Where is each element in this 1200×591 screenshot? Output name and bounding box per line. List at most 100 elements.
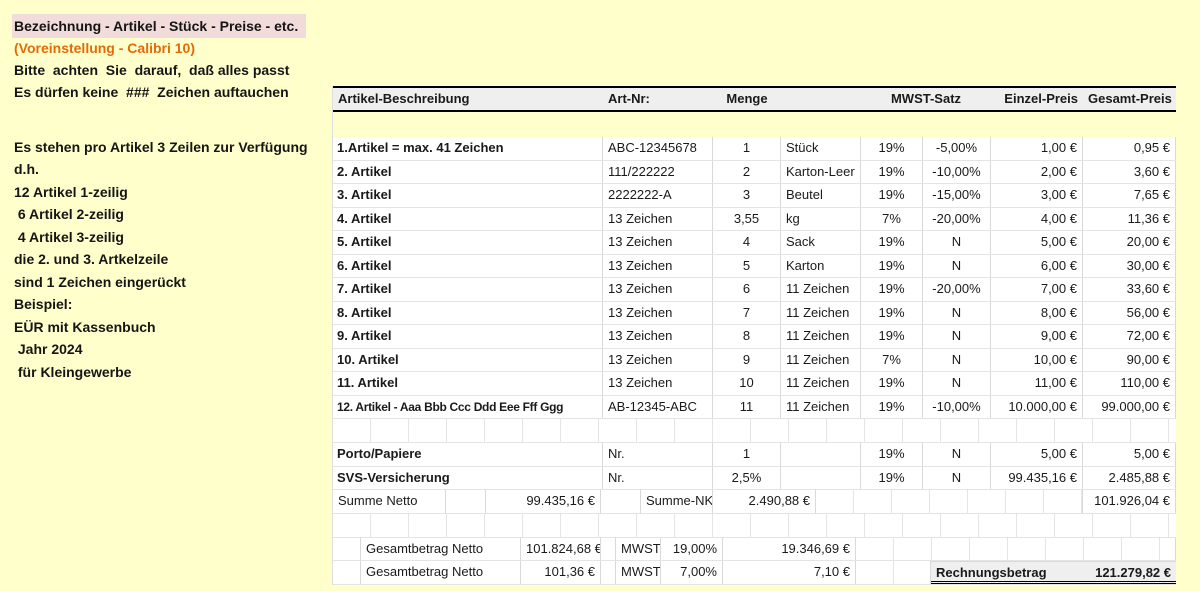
cell-rabatt[interactable]: N	[923, 349, 991, 372]
cell-mwst[interactable]: 19%	[861, 137, 923, 160]
cell-gesamtpreis[interactable]: 33,60 €	[1083, 278, 1176, 301]
cell-einheit[interactable]: 11 Zeichen	[781, 325, 861, 348]
cell-einzelpreis[interactable]: 4,00 €	[991, 208, 1083, 231]
empty-cell[interactable]	[601, 538, 616, 561]
cell-einzelpreis[interactable]: 2,00 €	[991, 161, 1083, 184]
cell-artnr[interactable]: 13 Zeichen	[603, 349, 713, 372]
cell-mwst[interactable]: 19%	[861, 231, 923, 254]
cell-rabatt[interactable]: -20,00%	[923, 278, 991, 301]
cell-rabatt[interactable]: N	[923, 467, 991, 490]
cell-artnr[interactable]: 13 Zeichen	[603, 325, 713, 348]
empty-cell[interactable]	[446, 490, 486, 513]
cell-gesamtpreis[interactable]: 0,95 €	[1083, 137, 1176, 160]
cell-einzelpreis[interactable]: 7,00 €	[991, 278, 1083, 301]
cell-menge[interactable]: 7	[713, 302, 781, 325]
cell-gesamtpreis[interactable]: 99.000,00 €	[1083, 396, 1176, 419]
cell-menge[interactable]: 9	[713, 349, 781, 372]
empty-cell[interactable]	[856, 538, 1176, 561]
cell-artnr[interactable]: 13 Zeichen	[603, 302, 713, 325]
cell-gesamtpreis[interactable]: 30,00 €	[1083, 255, 1176, 278]
cell-menge[interactable]: 11	[713, 396, 781, 419]
cell-mwst[interactable]: 7%	[861, 208, 923, 231]
cell-einzelpreis[interactable]: 5,00 €	[991, 231, 1083, 254]
cell-einzelpreis[interactable]: 99.435,16 €	[991, 467, 1083, 490]
cell-einheit[interactable]: kg	[781, 208, 861, 231]
cell-einzelpreis[interactable]: 1,00 €	[991, 137, 1083, 160]
empty-cell[interactable]	[856, 561, 931, 584]
cell-mwst[interactable]: 19%	[861, 325, 923, 348]
mwst-satz-value[interactable]: 7,00%	[661, 561, 723, 584]
cell-beschreibung[interactable]: 9. Artikel	[333, 325, 603, 348]
cell-mwst[interactable]: 19%	[861, 302, 923, 325]
cell-artnr[interactable]: Nr.	[603, 443, 713, 466]
cell-einzelpreis[interactable]: 8,00 €	[991, 302, 1083, 325]
cell-artnr[interactable]: ABC-12345678	[603, 137, 713, 160]
cell-einzelpreis[interactable]: 5,00 €	[991, 443, 1083, 466]
cell-beschreibung[interactable]: 6. Artikel	[333, 255, 603, 278]
cell-gesamtpreis[interactable]: 110,00 €	[1083, 372, 1176, 395]
rechnungsbetrag-value[interactable]: 121.279,82 €	[1095, 562, 1171, 581]
cell-menge[interactable]: 1	[713, 137, 781, 160]
cell-einheit[interactable]	[781, 443, 861, 466]
cell-einheit[interactable]	[781, 467, 861, 490]
cell-gesamtpreis[interactable]: 7,65 €	[1083, 184, 1176, 207]
cell-gesamtpreis[interactable]: 90,00 €	[1083, 349, 1176, 372]
cell-einheit[interactable]: Stück	[781, 137, 861, 160]
cell-rabatt[interactable]: -10,00%	[923, 161, 991, 184]
cell-mwst[interactable]: 7%	[861, 349, 923, 372]
gesamtbetrag-value[interactable]: 101.824,68 €	[521, 538, 601, 561]
cell-gesamtpreis[interactable]: 5,00 €	[1083, 443, 1176, 466]
gesamtbetrag-value[interactable]: 101,36 €	[521, 561, 601, 584]
cell-einzelpreis[interactable]: 10.000,00 €	[991, 396, 1083, 419]
cell-beschreibung[interactable]: 7. Artikel	[333, 278, 603, 301]
summe-netto-value[interactable]: 99.435,16 €	[486, 490, 601, 513]
cell-gesamtpreis[interactable]: 72,00 €	[1083, 325, 1176, 348]
cell-artnr[interactable]: Nr.	[603, 467, 713, 490]
cell-artnr[interactable]: 13 Zeichen	[603, 231, 713, 254]
empty-cell[interactable]	[816, 490, 1083, 513]
cell-mwst[interactable]: 19%	[861, 278, 923, 301]
cell-beschreibung[interactable]: 11. Artikel	[333, 372, 603, 395]
cell-einzelpreis[interactable]: 6,00 €	[991, 255, 1083, 278]
cell-artnr[interactable]: 13 Zeichen	[603, 372, 713, 395]
mwst-betrag-value[interactable]: 19.346,69 €	[723, 538, 856, 561]
cell-menge[interactable]: 2,5%	[713, 467, 781, 490]
cell-artnr[interactable]: 13 Zeichen	[603, 255, 713, 278]
cell-gesamtpreis[interactable]: 56,00 €	[1083, 302, 1176, 325]
cell-einheit[interactable]: Karton	[781, 255, 861, 278]
cell-beschreibung[interactable]: Porto/Papiere	[333, 443, 603, 466]
cell-beschreibung[interactable]: 1.Artikel = max. 41 Zeichen	[333, 137, 603, 160]
cell-beschreibung[interactable]: 3. Artikel	[333, 184, 603, 207]
cell-artnr[interactable]: 111/222222	[603, 161, 713, 184]
cell-menge[interactable]: 3	[713, 184, 781, 207]
cell-mwst[interactable]: 19%	[861, 372, 923, 395]
cell-einheit[interactable]: Karton-Leer	[781, 161, 861, 184]
cell-rabatt[interactable]: N	[923, 443, 991, 466]
cell-einzelpreis[interactable]: 3,00 €	[991, 184, 1083, 207]
cell-mwst[interactable]: 19%	[861, 161, 923, 184]
cell-rabatt[interactable]: N	[923, 325, 991, 348]
cell-artnr[interactable]: AB-12345-ABC	[603, 396, 713, 419]
cell-gesamtpreis[interactable]: 11,36 €	[1083, 208, 1176, 231]
cell-mwst[interactable]: 19%	[861, 255, 923, 278]
cell-menge[interactable]: 5	[713, 255, 781, 278]
cell-menge[interactable]: 2	[713, 161, 781, 184]
cell-rabatt[interactable]: -15,00%	[923, 184, 991, 207]
empty-cell[interactable]	[601, 561, 616, 584]
cell-gesamtpreis[interactable]: 3,60 €	[1083, 161, 1176, 184]
cell-einzelpreis[interactable]: 9,00 €	[991, 325, 1083, 348]
cell-einheit[interactable]: Beutel	[781, 184, 861, 207]
summe-nk-value[interactable]: 2.490,88 €	[713, 490, 816, 513]
cell-mwst[interactable]: 19%	[861, 467, 923, 490]
cell-artnr[interactable]: 2222222-A	[603, 184, 713, 207]
cell-beschreibung[interactable]: 8. Artikel	[333, 302, 603, 325]
cell-menge[interactable]: 6	[713, 278, 781, 301]
cell-gesamtpreis[interactable]: 20,00 €	[1083, 231, 1176, 254]
cell-rabatt[interactable]: -5,00%	[923, 137, 991, 160]
cell-rabatt[interactable]: N	[923, 255, 991, 278]
cell-beschreibung[interactable]: 10. Artikel	[333, 349, 603, 372]
cell-einzelpreis[interactable]: 11,00 €	[991, 372, 1083, 395]
cell-artnr[interactable]: 13 Zeichen	[603, 208, 713, 231]
cell-einheit[interactable]: 11 Zeichen	[781, 349, 861, 372]
cell-mwst[interactable]: 19%	[861, 396, 923, 419]
